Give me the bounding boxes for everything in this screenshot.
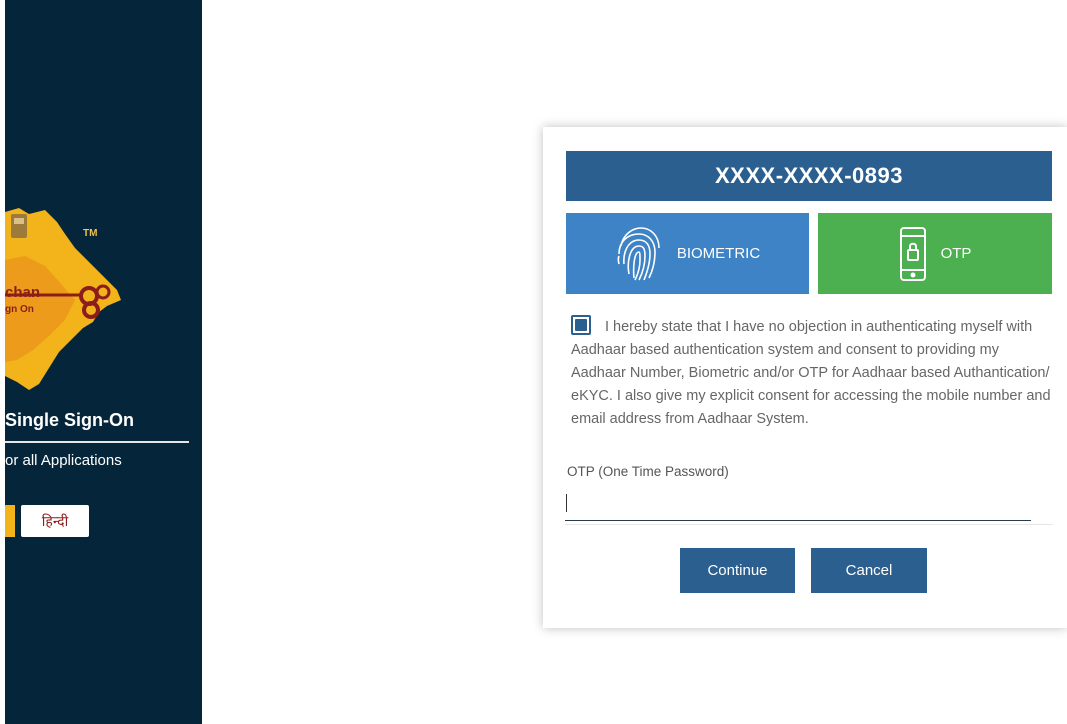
biometric-method-button[interactable]: BIOMETRIC [566,213,809,294]
otp-input[interactable] [565,488,1031,521]
sidebar-divider [5,441,189,443]
sidebar: TM chan gn On Single Sign-On or all Appl… [5,0,202,724]
masked-aadhaar-number: XXXX-XXXX-0893 [566,151,1052,201]
otp-method-label: OTP [940,245,972,262]
aadhaar-auth-card: XXXX-XXXX-0893 BIOMETRIC OTP I hereby st… [543,127,1067,628]
brand-tagline: gn On [5,304,34,315]
consent-checkbox[interactable] [571,315,591,335]
cancel-button[interactable]: Cancel [811,548,927,593]
text-caret [566,494,567,512]
consent-section: I hereby state that I have no objection … [571,315,1051,431]
otp-method-button[interactable]: OTP [818,213,1052,294]
fingerprint-icon [615,224,663,284]
language-button-english[interactable] [5,505,15,537]
sidebar-title: Single Sign-On [5,410,134,430]
consent-text: I hereby state that I have no objection … [571,319,1051,427]
brand-name: chan [5,284,41,301]
mobile-lock-icon [899,226,927,282]
continue-button[interactable]: Continue [680,548,795,593]
language-button-hindi[interactable]: हिन्दी [21,505,89,537]
otp-field-label: OTP (One Time Password) [567,464,729,479]
otp-field-divider [565,524,1053,525]
trademark-label: TM [83,228,98,239]
sidebar-subtitle: or all Applications [5,452,122,469]
biometric-label: BIOMETRIC [676,245,761,262]
